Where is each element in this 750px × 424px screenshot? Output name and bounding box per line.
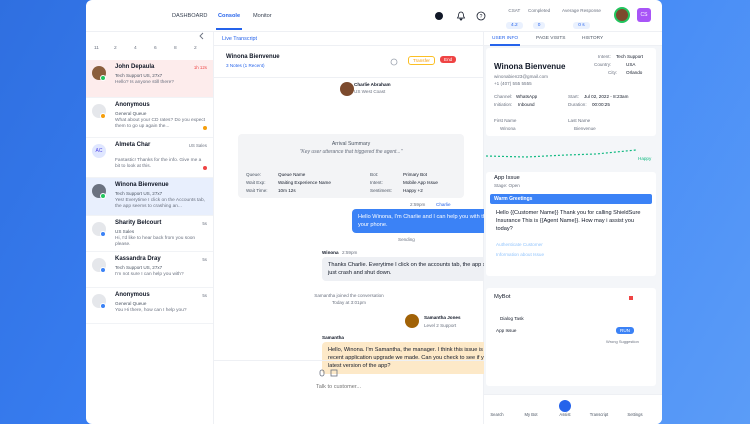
bell-icon[interactable] xyxy=(456,11,466,21)
list-item[interactable]: Kassandra Dray Tech Support US, 27x7 I'm… xyxy=(86,252,213,288)
status-dot xyxy=(203,166,207,170)
end-button[interactable]: End xyxy=(440,56,457,63)
message-status: Sending xyxy=(398,237,415,242)
assist-icon xyxy=(559,400,571,412)
channel-icon xyxy=(100,113,106,119)
right-tabs: USER INFO PAGE VISITS HISTORY xyxy=(484,32,662,46)
top-nav: DASHBOARD Console Monitor ? CSAT 4.2 Com… xyxy=(86,0,662,32)
list-item[interactable]: Anonymous General Queue You Hi there, ho… xyxy=(86,288,213,324)
app-window: DASHBOARD Console Monitor ? CSAT 4.2 Com… xyxy=(86,0,662,424)
info-issue[interactable]: Information about Issue xyxy=(496,252,544,257)
list-item[interactable]: Anonymous General Queue What about your … xyxy=(86,98,213,138)
nav-console[interactable]: Console xyxy=(218,13,240,19)
warm-greetings-text: Hello {{Customer Name}} Thank you for ca… xyxy=(496,210,641,232)
messenger-icon xyxy=(100,303,106,309)
stat-completed: Completed 0 xyxy=(528,8,551,29)
active-tab-indicator xyxy=(490,44,520,46)
tab-live-transcript[interactable]: Live Transcript xyxy=(222,36,257,42)
chevron-left-icon[interactable] xyxy=(198,32,206,40)
svg-text:?: ? xyxy=(480,14,483,20)
messenger-icon xyxy=(100,231,106,237)
nav-search[interactable]: Search xyxy=(484,400,510,417)
arrival-summary: Arrival Summary "Key user utterance that… xyxy=(238,134,464,198)
help-icon[interactable]: ? xyxy=(476,11,486,21)
message-time: 2:59pm xyxy=(410,202,426,207)
bottom-nav: Search My Bot Assist Transcript Settings xyxy=(484,394,662,424)
message-sender: Samantha xyxy=(322,335,344,340)
user-name: Winona Bienvenue xyxy=(494,62,566,71)
nav-transcript[interactable]: Transcript xyxy=(586,400,612,417)
app-issue-card: App Issue Stage: Open Warm Greetings Hel… xyxy=(486,172,656,276)
user-initials-badge[interactable]: CS xyxy=(637,8,651,22)
auth-customer[interactable]: Authenticate Customer xyxy=(496,242,543,247)
message-sender: Charlie xyxy=(436,202,451,207)
avatar[interactable] xyxy=(614,7,630,23)
stat-average-response: Average Response 0 s xyxy=(562,8,601,29)
bot-item: App Issue xyxy=(496,328,517,333)
user-info-card: Winona Bienvenue winonabien23@gmail.com … xyxy=(486,48,656,136)
whatsapp-icon xyxy=(100,75,106,81)
run-button[interactable]: RUN xyxy=(616,327,634,334)
nav-mybot[interactable]: My Bot xyxy=(518,400,544,417)
messenger-icon xyxy=(100,267,106,273)
transfer-button[interactable]: Transfer xyxy=(408,56,435,65)
tab-user-info[interactable]: USER INFO xyxy=(492,36,518,41)
status-dot xyxy=(203,126,207,130)
manager-avatar xyxy=(405,314,419,328)
warm-greetings-header[interactable]: Warm Greetings xyxy=(490,194,652,204)
active-tab-indicator xyxy=(216,28,242,30)
contact-name: Winona Bienvenue xyxy=(226,54,280,60)
list-item[interactable]: John Depaula Tech Support US, 27x7 Hello… xyxy=(86,60,213,98)
system-joined-time: Today at 3:01pm xyxy=(332,300,366,305)
whatsapp-icon xyxy=(100,193,106,199)
filter-bar: 11 2 4 6 8 2 xyxy=(94,46,210,56)
list-item[interactable]: AC Almeta Char US Sales Fantastic! Thank… xyxy=(86,138,213,178)
chat-header: Winona Bienvenue 3 Notes (1 Recent) Tran… xyxy=(214,46,484,78)
nav-dashboard[interactable]: DASHBOARD xyxy=(172,13,207,19)
chat-tabbar: Live Transcript xyxy=(214,32,484,46)
list-item-active[interactable]: Winona Bienvenue Tech Support US, 27x7 Y… xyxy=(86,178,213,216)
chat-panel: Live Transcript Winona Bienvenue 3 Notes… xyxy=(214,32,557,424)
user-email: winonabien23@gmail.com xyxy=(494,74,548,79)
avatar: AC xyxy=(92,144,106,158)
conversation-list: 11 2 4 6 8 2 John Depaula Tech Support U… xyxy=(86,32,214,424)
filter-doc[interactable]: 8 xyxy=(174,46,177,51)
filter-user[interactable]: 2 xyxy=(194,46,197,51)
filter-refresh[interactable]: 2 xyxy=(114,46,117,51)
user-phone: +1 (407) 555 5555 xyxy=(494,81,532,86)
sentiment-trend xyxy=(486,149,637,158)
timer-icon[interactable] xyxy=(390,58,398,66)
agent-avatar xyxy=(340,82,354,96)
tab-page-visits[interactable]: PAGE VISITS xyxy=(536,36,566,41)
message-sender: Winona xyxy=(322,250,339,255)
nav-settings[interactable]: Settings xyxy=(622,400,648,417)
system-joined: Samantha joined the conversation xyxy=(314,293,384,298)
manager-level: Level 2 Support xyxy=(424,323,457,328)
composer: Send xyxy=(214,360,557,424)
image-icon[interactable] xyxy=(330,369,338,377)
stat-csat: CSAT 4.2 xyxy=(506,8,523,31)
agent-location: US West Coast xyxy=(354,89,386,94)
dialog-task-label: Dialog Task xyxy=(500,316,524,321)
nav-monitor[interactable]: Monitor xyxy=(253,13,272,19)
attach-icon[interactable] xyxy=(318,369,326,377)
agent-name: Charlie Abraham xyxy=(354,82,391,87)
sentiment-label: Happy xyxy=(638,156,652,161)
manager-name: Samantha Jones xyxy=(424,315,461,320)
nav-assist[interactable]: Assist xyxy=(552,400,578,417)
message-time: 2:59pm xyxy=(342,250,358,255)
tab-history[interactable]: HISTORY xyxy=(582,36,603,41)
list-item[interactable]: Sharity Belcourt US Sales Hi, I'd like t… xyxy=(86,216,213,252)
filter-all[interactable]: 11 xyxy=(94,46,99,51)
chat-icon[interactable] xyxy=(434,11,444,21)
mybot-card: MyBot Dialog Task App Issue RUN Wrong Su… xyxy=(486,288,656,386)
filter-chat[interactable]: 4 xyxy=(134,46,137,51)
contact-notes-link[interactable]: 3 Notes (1 Recent) xyxy=(226,63,265,68)
stop-icon[interactable] xyxy=(629,296,633,300)
wrong-suggestion[interactable]: Wrong Suggestion xyxy=(606,339,639,344)
right-panel: USER INFO PAGE VISITS HISTORY Winona Bie… xyxy=(484,32,662,424)
filter-mail[interactable]: 6 xyxy=(154,46,157,51)
